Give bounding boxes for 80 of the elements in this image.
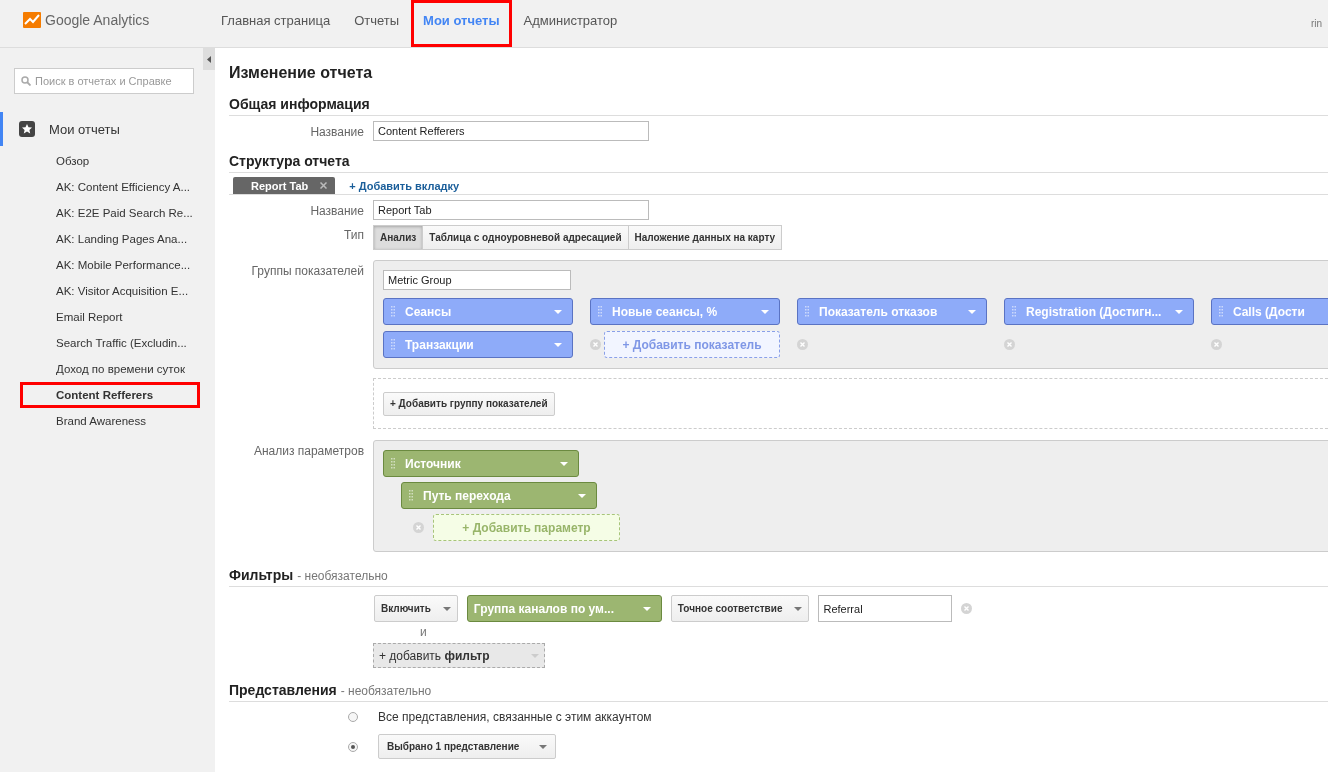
sidebar-item[interactable]: Content Refferers — [20, 382, 200, 408]
caret-icon — [642, 606, 651, 611]
search-field[interactable]: Поиск в отчетах и Справке — [14, 68, 194, 94]
sidebar-item[interactable]: Brand Awareness — [20, 408, 200, 434]
field-label: Группы показателей — [250, 263, 364, 278]
group-name-field[interactable]: Metric Group — [383, 270, 571, 290]
add-filter-button[interactable]: + добавить фильтр — [373, 643, 545, 668]
grip-icon — [409, 490, 413, 501]
sidebar-item[interactable]: Search Traffic (Excludin... — [20, 330, 200, 356]
grip-icon — [1219, 306, 1223, 317]
grip-icon — [598, 306, 602, 317]
type-button[interactable]: Таблица с одноуровневой адресацией — [422, 225, 629, 250]
grip-icon — [391, 306, 395, 317]
sidebar-item[interactable]: AK: E2E Paid Search Re... — [20, 200, 200, 226]
add-tab-link[interactable]: + Добавить вкладку — [349, 180, 460, 194]
filter-value-field[interactable]: Referral — [818, 595, 953, 622]
sidebar-item[interactable]: AK: Content Efficiency A... — [20, 174, 200, 200]
caret-icon — [761, 309, 769, 314]
sidebar-item[interactable]: AK: Mobile Performance... — [20, 252, 200, 278]
search-icon — [21, 76, 31, 86]
section-heading: Общая информация — [229, 96, 370, 112]
field-label: Анализ параметров — [252, 443, 364, 458]
field-label: Название — [309, 203, 364, 218]
star-icon — [19, 121, 35, 137]
type-button[interactable]: Наложение данных на карту — [627, 225, 783, 250]
user-name[interactable]: rin — [1310, 0, 1322, 47]
caret-icon — [560, 461, 568, 466]
caret-icon — [794, 606, 803, 611]
logo-icon — [23, 11, 41, 28]
views-dropdown[interactable]: Выбрано 1 представление — [378, 734, 557, 759]
remove-icon[interactable] — [1211, 339, 1222, 350]
radio-button[interactable] — [348, 741, 358, 752]
remove-icon[interactable] — [797, 339, 808, 350]
close-icon[interactable] — [320, 182, 328, 189]
sidebar-item[interactable]: Доход по времени суток — [20, 356, 200, 382]
caret-icon — [207, 55, 211, 63]
filter-dropdown[interactable]: Точное соответствие — [670, 595, 810, 622]
radio-button[interactable] — [348, 712, 358, 722]
nav-tab[interactable]: Администратор — [511, 0, 630, 47]
report-tab[interactable]: Report Tab — [233, 177, 336, 194]
caret-icon — [578, 493, 586, 498]
remove-icon[interactable] — [1004, 339, 1015, 350]
caret-icon — [554, 309, 562, 314]
section-heading: Представления — [229, 682, 337, 698]
caret-icon — [539, 744, 548, 749]
grip-icon — [391, 458, 395, 469]
optional-note: - необязательно — [297, 569, 388, 583]
sidebar-item[interactable]: Обзор — [20, 148, 200, 174]
remove-icon[interactable] — [413, 522, 424, 533]
section-heading: Фильтры — [229, 567, 294, 583]
nav-tab[interactable]: Отчеты — [342, 0, 412, 47]
option-label: Все представления, связанные с этим аккаунтом — [378, 710, 652, 724]
type-button[interactable]: Анализ — [373, 225, 424, 250]
name-field[interactable]: Content Refferers — [373, 121, 649, 141]
optional-note: - необязательно — [340, 684, 432, 698]
caret-icon — [442, 606, 451, 611]
sidebar-item[interactable]: AK: Visitor Acquisition E... — [20, 278, 200, 304]
remove-icon[interactable] — [590, 339, 601, 350]
add-group-button[interactable]: + Добавить группу показателей — [383, 391, 555, 416]
caret-icon — [531, 653, 539, 658]
logo-text: Google Analytics — [45, 11, 150, 28]
collapse-button[interactable] — [203, 48, 215, 70]
name-field[interactable]: Report Tab — [373, 200, 649, 220]
filter-dropdown[interactable]: Включить — [374, 595, 458, 622]
grip-icon — [1012, 306, 1016, 317]
grip-icon — [391, 339, 395, 350]
sidebar-item[interactable]: AK: Landing Pages Ana... — [20, 226, 200, 252]
field-label: Название — [309, 124, 364, 139]
page-title: Изменение отчета — [229, 64, 374, 82]
nav-tab[interactable]: Главная страница — [209, 0, 343, 47]
caret-icon — [968, 309, 976, 314]
and-label: и — [420, 625, 428, 639]
remove-icon[interactable] — [961, 603, 973, 614]
grip-icon — [805, 306, 809, 317]
section-label: Мои отчеты — [49, 121, 120, 137]
field-label: Тип — [343, 227, 364, 242]
sidebar-item[interactable]: Email Report — [20, 304, 200, 330]
caret-icon — [1175, 309, 1183, 314]
caret-icon — [554, 342, 562, 347]
section-heading: Структура отчета — [229, 153, 350, 169]
